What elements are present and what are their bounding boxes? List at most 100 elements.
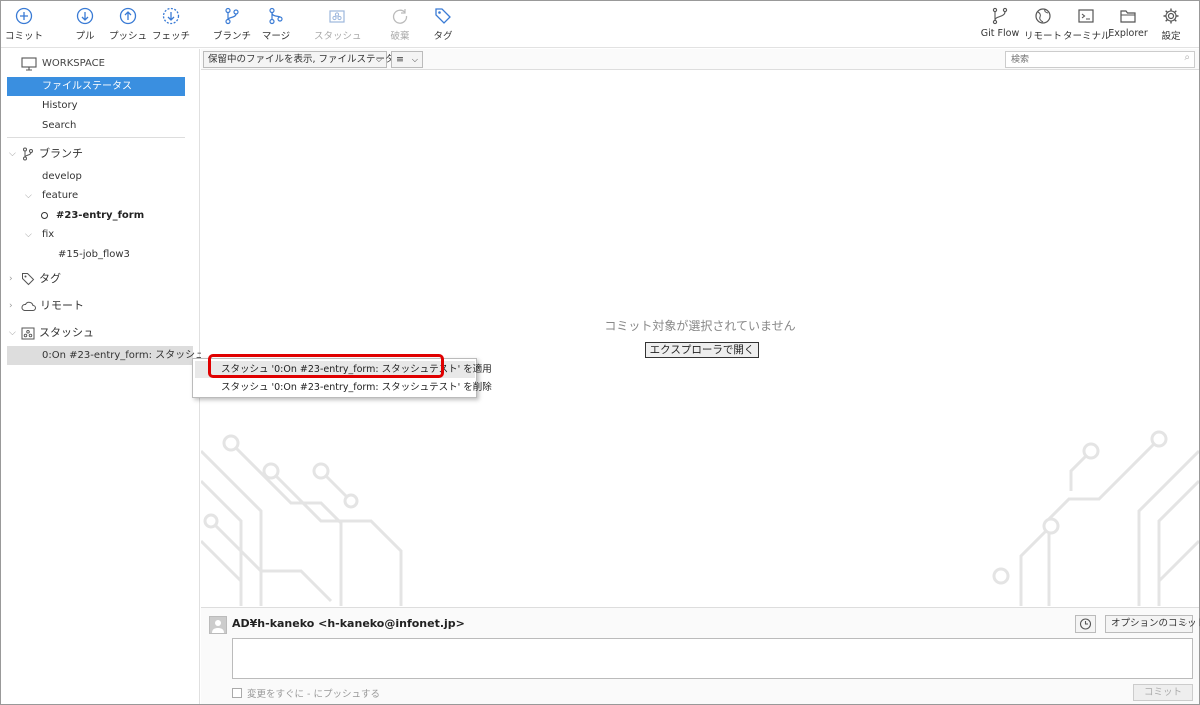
merge-label: マージ [261, 31, 291, 42]
merge-icon [269, 7, 283, 25]
discard-label: 破棄 [390, 31, 410, 42]
arrow-down-circle-icon [76, 7, 94, 25]
gitflow-button[interactable]: Git Flow [977, 5, 1023, 45]
tag-button[interactable]: タグ [420, 5, 466, 45]
stash-button[interactable]: スタッシュ [314, 5, 362, 45]
chevron-right-icon: › [9, 274, 13, 284]
sidebar-item-fix[interactable]: ⌵ fix [25, 225, 54, 244]
context-menu: スタッシュ '0:On #23-entry_form: スタッシュテスト' を適… [192, 358, 492, 398]
chevron-down-icon: ⌵ [375, 55, 382, 64]
branches-header[interactable]: ⌵ ブランチ [9, 143, 83, 165]
stash-label: スタッシュ [314, 31, 362, 42]
settings-label: 設定 [1161, 31, 1181, 42]
view-mode-dropdown[interactable]: 保留中のファイルを表示, ファイルステータス順 ⌵ [203, 51, 414, 68]
sidebar-item-feature[interactable]: ⌵ feature [25, 186, 78, 205]
monitor-icon [21, 57, 37, 71]
history-button[interactable] [1075, 615, 1096, 633]
terminal-icon [1078, 9, 1094, 23]
push-immediately-checkbox[interactable]: 変更をすぐに - にプッシュする [232, 686, 380, 700]
list-icon: ≡ [396, 54, 404, 65]
gear-icon [1163, 8, 1179, 24]
tags-label: タグ [39, 272, 61, 285]
folder-icon [1120, 10, 1136, 23]
sidebar-item-search[interactable]: Search [42, 116, 76, 135]
stashes-label: スタッシュ [39, 326, 94, 339]
sidebar-item-fix-branch[interactable]: #15-job_flow3 [58, 245, 130, 264]
open-explorer-button[interactable]: エクスプローラで開く [645, 342, 759, 358]
plus-circle-icon [15, 7, 33, 25]
toolbar: コミット プル プッシュ フェッチ ブランチ マージ スタッシュ 破棄 タグ G… [1, 1, 1199, 48]
sidebar-item-current-branch[interactable]: #23-entry_form [41, 206, 144, 225]
fetch-button[interactable]: フェッチ [148, 5, 194, 45]
stash-icon [329, 10, 345, 23]
explorer-label: Explorer [1108, 28, 1148, 39]
branch-icon [225, 7, 239, 25]
stash-icon [21, 327, 35, 339]
commit-panel: AD¥h-kaneko <h-kaneko@infonet.jp> オプションの… [201, 607, 1200, 704]
commit-button[interactable]: コミット [1, 5, 47, 45]
remotes-label: リモート [40, 299, 84, 312]
arrow-up-circle-icon [119, 7, 137, 25]
gitflow-icon [992, 7, 1008, 25]
current-branch-icon [41, 211, 48, 219]
remotes-header[interactable]: › リモート [9, 295, 84, 317]
gitflow-label: Git Flow [980, 28, 1020, 39]
chevron-right-icon: › [9, 301, 13, 311]
feature-label: feature [42, 190, 79, 201]
terminal-button[interactable]: ターミナル [1063, 5, 1111, 45]
fix-label: fix [42, 229, 55, 240]
author-label: AD¥h-kaneko <h-kaneko@infonet.jp> [232, 617, 465, 630]
chevron-down-icon: ⌵ [9, 328, 16, 338]
search-icon: ⌕ [1184, 52, 1190, 63]
globe-icon [1035, 8, 1051, 24]
delete-stash-menu-item[interactable]: スタッシュ '0:On #23-entry_form: スタッシュテスト' を削… [195, 379, 492, 396]
chevron-down-icon: ⌵ [9, 149, 16, 159]
terminal-label: ターミナル [1063, 31, 1111, 42]
apply-stash-menu-item[interactable]: スタッシュ '0:On #23-entry_form: スタッシュテスト' を適… [195, 361, 492, 378]
commit-label: コミット [4, 31, 43, 42]
sidebar-item-history[interactable]: History [42, 96, 78, 115]
fetch-icon [162, 7, 180, 25]
view-mode-label: 保留中のファイルを表示, ファイルステータス順 [208, 54, 414, 65]
remote-label: リモート [1023, 31, 1062, 42]
commit-message-input[interactable] [232, 638, 1193, 679]
branches-label: ブランチ [39, 147, 83, 160]
chevron-down-icon: ⌵ [411, 55, 418, 64]
empty-message: コミット対象が選択されていません [604, 319, 796, 333]
branch-button[interactable]: ブランチ [209, 5, 255, 45]
pull-button[interactable]: プル [62, 5, 108, 45]
search-input[interactable] [1005, 51, 1195, 68]
tags-header[interactable]: › タグ [9, 268, 61, 290]
workspace-header: WORKSPACE [21, 53, 105, 75]
tag-icon [435, 8, 451, 24]
explorer-button[interactable]: Explorer [1105, 5, 1151, 45]
sidebar-item-stash[interactable]: 0:On #23-entry_form: スタッシュテスト [7, 346, 235, 365]
chevron-down-icon: ⌵ [25, 230, 32, 240]
fetch-label: フェッチ [151, 31, 190, 42]
list-mode-dropdown[interactable]: ≡ ⌵ [391, 51, 423, 68]
settings-button[interactable]: 設定 [1148, 5, 1194, 45]
user-icon [212, 620, 224, 633]
tag-label: タグ [433, 31, 453, 42]
commit-submit-button[interactable]: コミット [1133, 684, 1193, 701]
merge-button[interactable]: マージ [253, 5, 299, 45]
pull-label: プル [75, 31, 95, 42]
commit-options-dropdown[interactable]: オプションのコミット ⌵ [1105, 615, 1200, 633]
push-button[interactable]: プッシュ [105, 5, 151, 45]
discard-button[interactable]: 破棄 [377, 5, 423, 45]
chevron-down-icon: ⌵ [1180, 619, 1187, 628]
circuit-background-decoration [201, 430, 1199, 606]
workspace-label: WORKSPACE [42, 58, 105, 69]
push-immediately-label: 変更をすぐに - にプッシュする [247, 689, 380, 700]
discard-icon [392, 9, 408, 24]
stashes-header[interactable]: ⌵ スタッシュ [9, 322, 94, 344]
remote-button[interactable]: リモート [1020, 5, 1066, 45]
sidebar-item-file-status[interactable]: ファイルステータス [7, 77, 185, 96]
branch-icon [23, 147, 33, 161]
sidebar-divider [7, 137, 185, 138]
branch-label: ブランチ [212, 31, 251, 42]
avatar [209, 616, 227, 634]
sidebar-item-develop[interactable]: develop [42, 167, 82, 186]
push-label: プッシュ [108, 31, 147, 42]
checkbox-icon [232, 688, 242, 698]
